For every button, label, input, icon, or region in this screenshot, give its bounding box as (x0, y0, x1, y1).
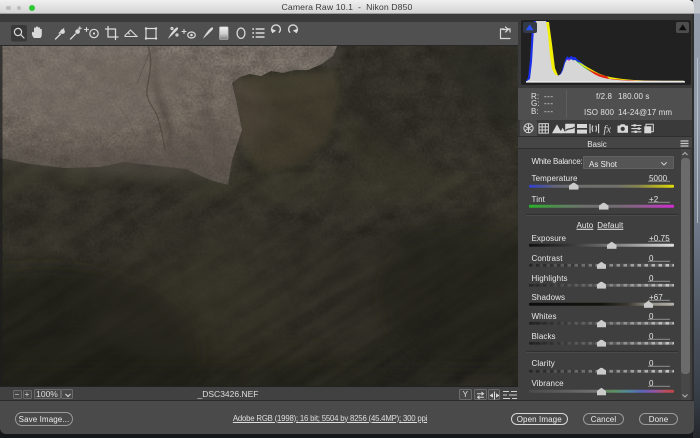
svg-text:fx: fx (604, 125, 612, 136)
